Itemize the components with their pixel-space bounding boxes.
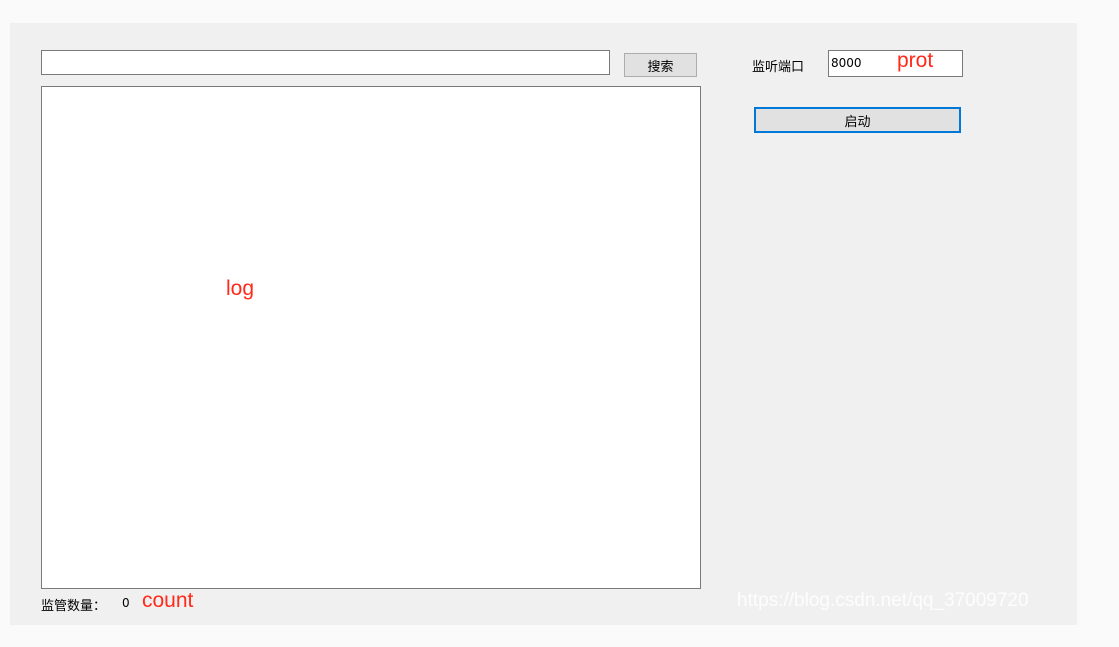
log-annotation: log xyxy=(226,277,255,300)
port-field[interactable]: prot xyxy=(828,49,963,77)
port-input[interactable] xyxy=(831,54,881,72)
search-button[interactable]: 搜索 xyxy=(624,53,697,77)
count-annotation: count xyxy=(142,589,194,612)
port-annotation: prot xyxy=(897,49,934,72)
port-label: 监听端口 xyxy=(752,60,805,75)
log-textbox[interactable]: log xyxy=(41,86,701,589)
count-value: 0 xyxy=(122,596,130,610)
main-form: 搜索 log 监听端口 prot 启动 监管数量： 0 count https:… xyxy=(10,23,1077,625)
search-input[interactable] xyxy=(41,50,610,75)
watermark: https://blog.csdn.net/qq_37009720 xyxy=(737,590,1029,611)
count-label: 监管数量： xyxy=(41,599,107,614)
start-button[interactable]: 启动 xyxy=(754,107,961,133)
page: 搜索 log 监听端口 prot 启动 监管数量： 0 count https:… xyxy=(0,0,1119,647)
